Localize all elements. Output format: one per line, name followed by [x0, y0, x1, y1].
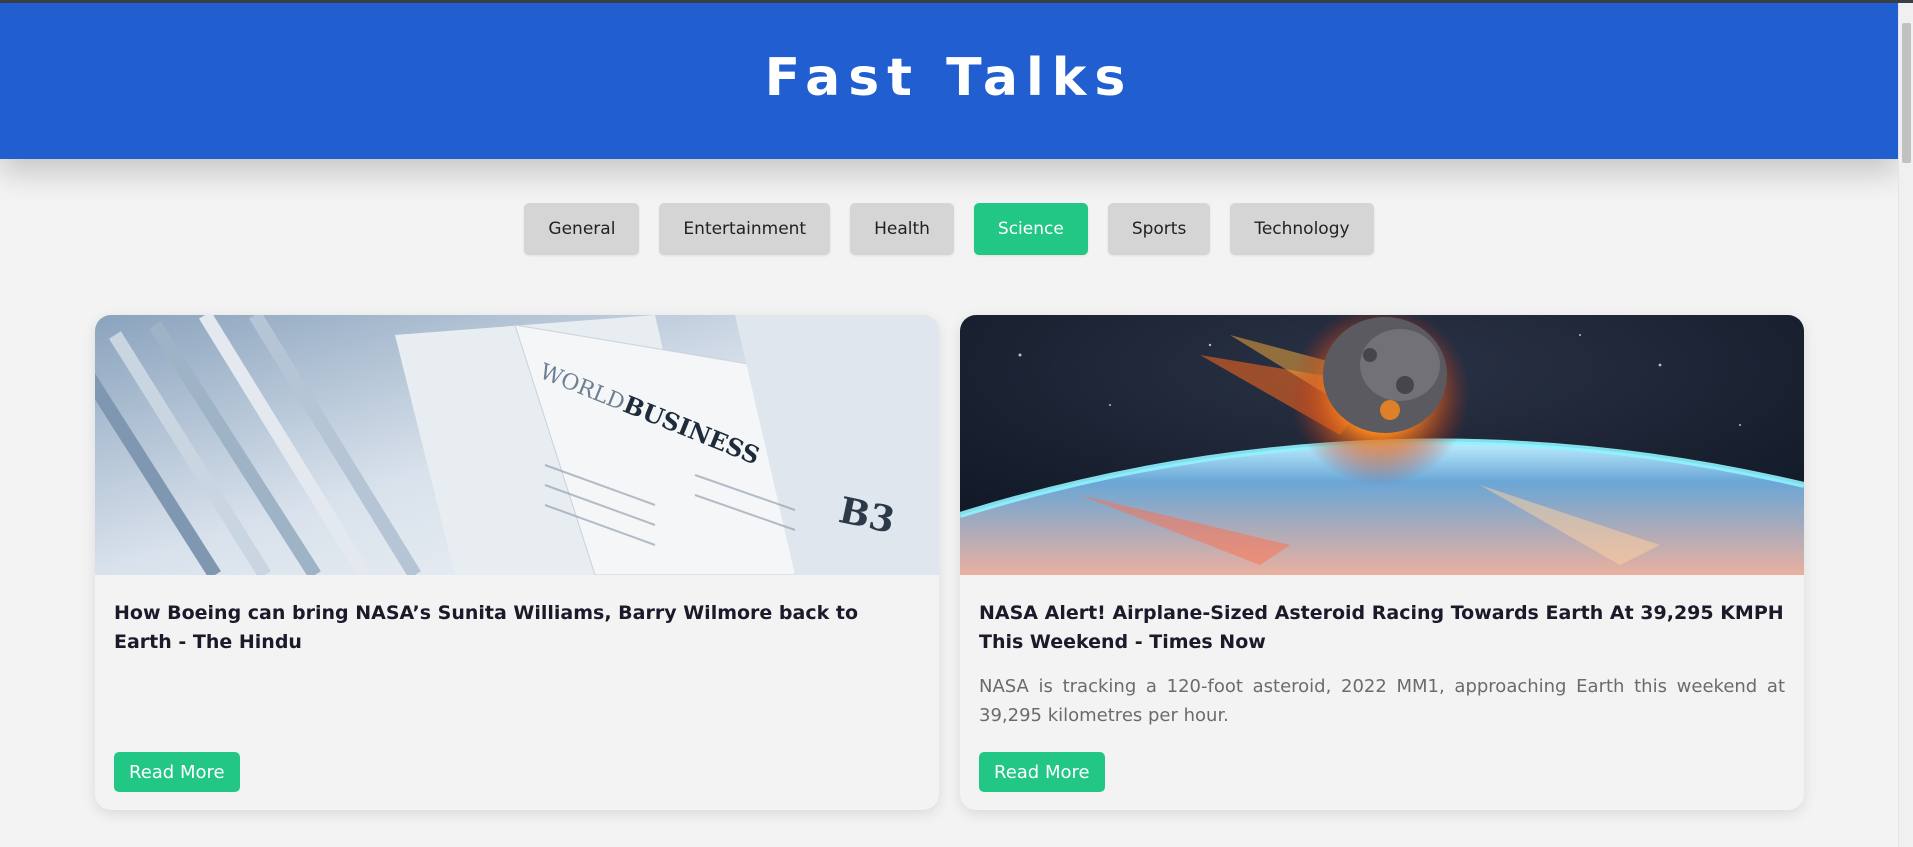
category-tabs: General Entertainment Health Science Spo…	[0, 203, 1898, 255]
tab-health[interactable]: Health	[850, 203, 954, 255]
tab-sports[interactable]: Sports	[1107, 203, 1211, 255]
tab-entertainment[interactable]: Entertainment	[659, 203, 831, 255]
news-card: NASA Alert! Airplane-Sized Asteroid Raci…	[960, 315, 1804, 810]
article-title: How Boeing can bring NASA’s Sunita Willi…	[114, 602, 858, 653]
newspaper-illustration: WORLD BUSINESS B3	[95, 315, 939, 575]
site-header: Fast Talks	[0, 3, 1898, 159]
asteroid-illustration	[960, 315, 1804, 575]
vertical-scrollbar[interactable]	[1898, 3, 1913, 847]
news-card: WORLD BUSINESS B3 How Boeing can bring N…	[95, 315, 939, 810]
newspaper-image: WORLD BUSINESS B3	[95, 315, 939, 575]
read-more-button[interactable]: Read More	[979, 752, 1105, 792]
site-title: Fast Talks	[764, 48, 1134, 108]
read-more-button[interactable]: Read More	[114, 752, 240, 792]
article-title: NASA Alert! Airplane-Sized Asteroid Raci…	[979, 602, 1784, 653]
tab-technology[interactable]: Technology	[1230, 203, 1374, 255]
article-description: NASA is tracking a 120-foot asteroid, 20…	[979, 676, 1785, 726]
asteroid-earth-image	[960, 315, 1804, 575]
tab-science[interactable]: Science	[973, 203, 1088, 255]
scrollbar-thumb[interactable]	[1902, 23, 1911, 163]
tab-general[interactable]: General	[524, 203, 640, 255]
